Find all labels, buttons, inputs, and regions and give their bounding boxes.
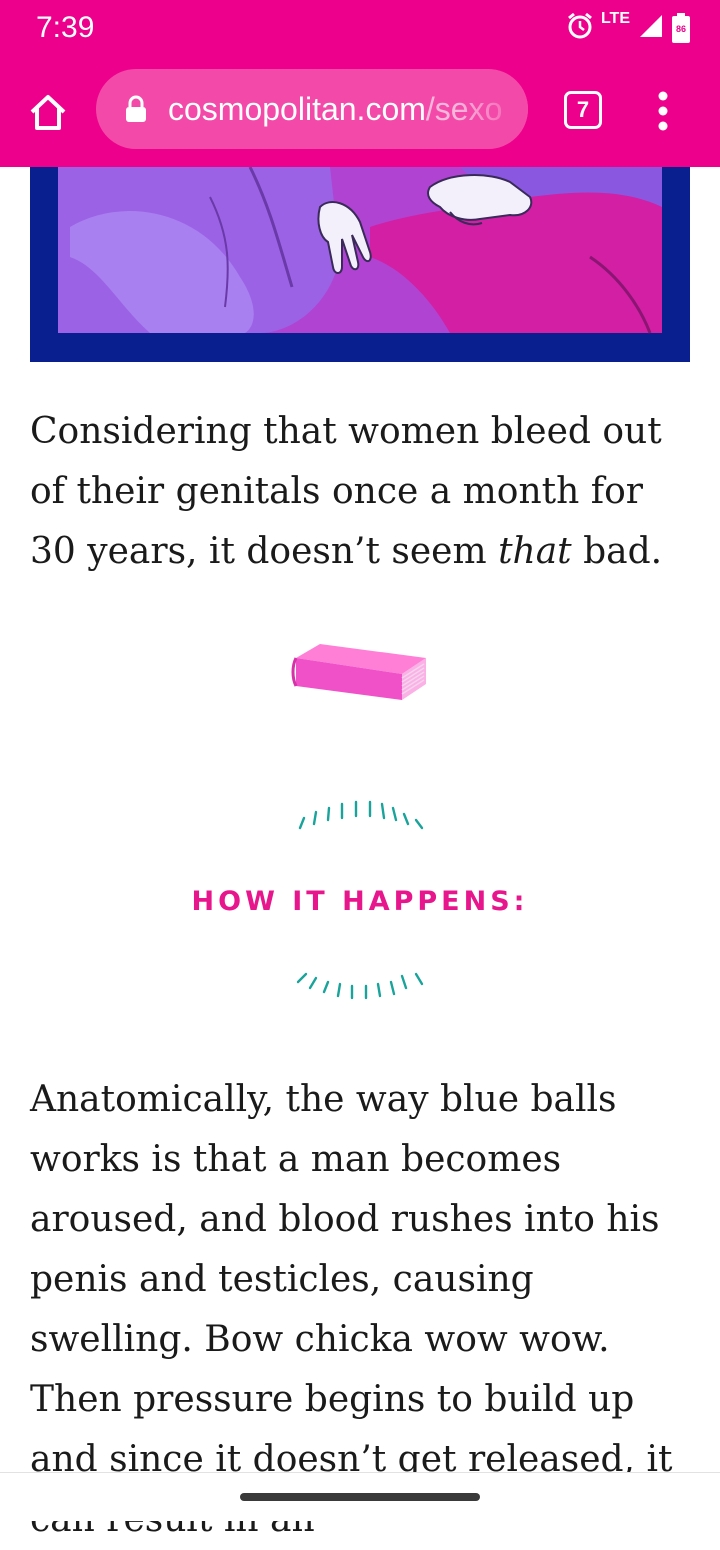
emphasis-text: that (498, 531, 572, 572)
network-type: LTE (600, 10, 630, 27)
tab-switcher-button[interactable]: 7 (564, 91, 602, 129)
decorative-divider-bottom (296, 972, 424, 1000)
home-button[interactable] (22, 86, 74, 138)
menu-button[interactable] (650, 90, 676, 132)
system-nav-bar (0, 1472, 720, 1521)
more-vert-icon (658, 91, 668, 131)
status-bar: 7:39 LTE 86 (0, 0, 720, 56)
decorative-divider-top (298, 800, 424, 830)
browser-toolbar: cosmopolitan.com/sexo 7 (0, 56, 720, 167)
lock-icon (126, 95, 146, 122)
paragraph-text-end: bad. (571, 531, 663, 572)
section-heading: HOW IT HAPPENS: (191, 886, 529, 917)
signal-icon (638, 13, 664, 43)
book-icon (291, 644, 426, 700)
battery-icon: 86 (672, 13, 690, 43)
article-illustration (30, 167, 690, 362)
address-bar[interactable]: cosmopolitan.com/sexo (96, 69, 528, 149)
home-icon (30, 95, 66, 130)
url-domain: cosmopolitan.com (168, 91, 426, 127)
alarm-icon (567, 12, 593, 44)
battery-level: 86 (675, 24, 686, 34)
url-fade (458, 69, 528, 149)
status-time: 7:39 (36, 11, 95, 44)
gesture-handle[interactable] (240, 1493, 480, 1501)
status-icons: LTE 86 (567, 10, 690, 46)
article-paragraph: Considering that women bleed out of thei… (30, 402, 690, 582)
